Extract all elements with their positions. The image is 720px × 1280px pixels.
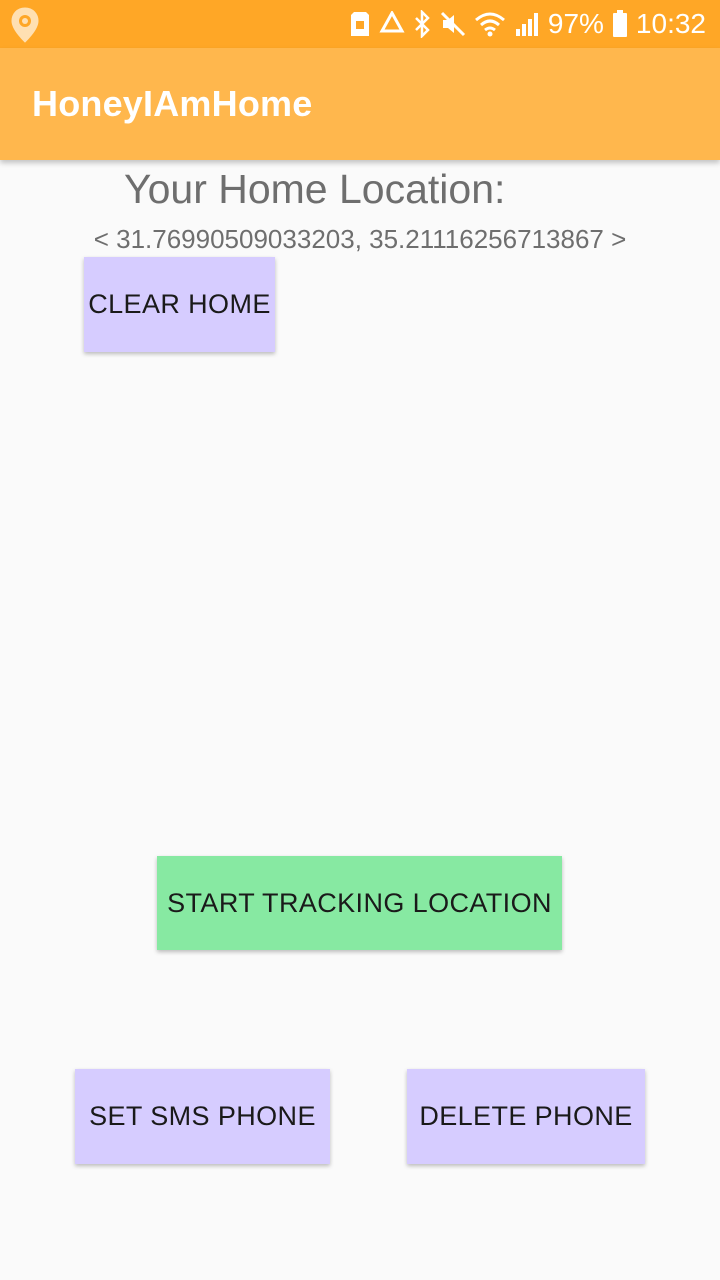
battery-percent: 97% bbox=[547, 8, 604, 39]
sd-card-icon bbox=[350, 11, 370, 37]
app-title: HoneyIAmHome bbox=[32, 83, 313, 124]
battery-icon bbox=[612, 10, 628, 38]
mute-icon bbox=[440, 11, 466, 37]
home-location-label: Your Home Location: bbox=[124, 166, 506, 212]
start-tracking-button[interactable]: START TRACKING LOCATION bbox=[157, 856, 562, 950]
clear-home-button[interactable]: CLEAR HOME bbox=[84, 257, 275, 352]
status-bar: 97% 10:32 bbox=[0, 0, 720, 48]
app-bar: HoneyIAmHome bbox=[0, 48, 720, 160]
wifi-icon bbox=[474, 11, 506, 37]
signal-icon bbox=[514, 11, 540, 37]
home-coordinates: < 31.76990509033203, 35.21116256713867 > bbox=[93, 224, 627, 254]
delete-phone-button[interactable]: DELETE PHONE bbox=[407, 1069, 645, 1164]
location-pin-icon bbox=[10, 6, 40, 49]
set-sms-phone-button[interactable]: SET SMS PHONE bbox=[75, 1069, 330, 1164]
recycle-icon bbox=[378, 11, 406, 37]
bluetooth-icon bbox=[414, 10, 432, 38]
clock: 10:32 bbox=[635, 8, 706, 39]
status-icons: 97% 10:32 bbox=[350, 0, 706, 48]
